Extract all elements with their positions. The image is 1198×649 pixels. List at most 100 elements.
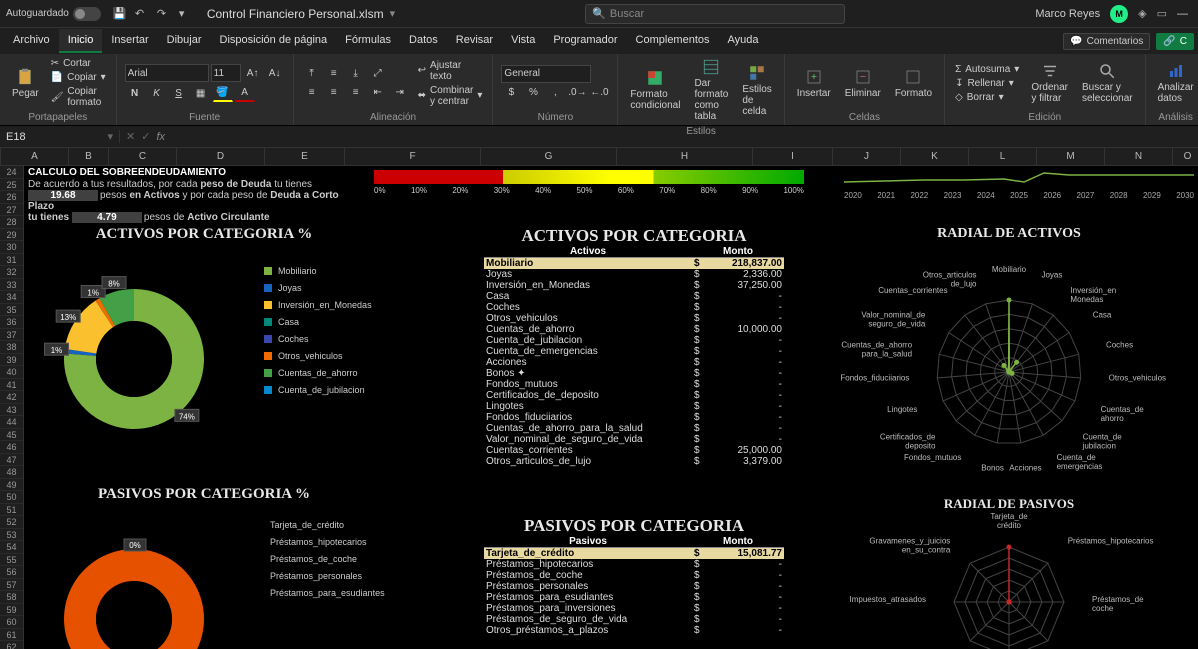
align-right-icon[interactable]: ≡	[346, 84, 366, 102]
align-bottom-icon[interactable]: ⤓	[346, 65, 366, 83]
percent-icon[interactable]: %	[523, 84, 543, 102]
chart-title: ACTIVOS POR CATEGORIA	[484, 226, 784, 246]
analyze-data-button[interactable]: Analizar datos	[1154, 60, 1198, 106]
font-size-combo[interactable]	[211, 64, 241, 82]
align-center-icon[interactable]: ≡	[324, 84, 344, 102]
username-label[interactable]: Marco Reyes	[1035, 8, 1100, 20]
svg-text:13%: 13%	[60, 313, 76, 322]
redo-icon[interactable]: ↷	[157, 7, 171, 21]
tab-ayuda[interactable]: Ayuda	[719, 29, 768, 53]
accept-formula-icon[interactable]: ✓	[141, 130, 150, 143]
bold-icon[interactable]: N	[125, 84, 145, 102]
svg-text:−: −	[860, 71, 866, 83]
group-label-align: Alineación	[302, 110, 485, 123]
search-box[interactable]: 🔍 Buscar	[585, 4, 845, 24]
chart-title: RADIAL DE PASIVOS	[824, 496, 1194, 512]
cell-styles-button[interactable]: Estilos de celda	[738, 62, 775, 119]
copy-button[interactable]: 📄Copiar ▾	[49, 71, 108, 84]
risk-gradient-bar: 0%10%20%30%40%50%60%70%80%90%100%	[374, 170, 804, 200]
merge-icon: ⬌	[418, 90, 426, 101]
cut-button[interactable]: ✂Cortar	[49, 57, 108, 70]
group-label-clipboard: Portapapeles	[8, 110, 108, 123]
comments-button[interactable]: 💬Comentarios	[1063, 33, 1150, 50]
comma-icon[interactable]: ,	[545, 84, 565, 102]
decrease-font-icon[interactable]: A↓	[265, 64, 285, 82]
border-icon[interactable]: ▦	[191, 84, 211, 102]
tab-dibujar[interactable]: Dibujar	[158, 29, 211, 53]
minimize-icon[interactable]: —	[1177, 8, 1188, 20]
delete-cells-button[interactable]: −Eliminar	[841, 66, 885, 101]
activos-ratio-value: 19.68	[28, 190, 98, 201]
wrap-text-button[interactable]: ↩Ajustar texto	[416, 59, 485, 83]
format-as-table-button[interactable]: Dar formato como tabla	[690, 56, 732, 124]
conditional-format-button[interactable]: Formato condicional	[626, 67, 684, 113]
svg-text:Coches: Coches	[1106, 340, 1133, 349]
increase-font-icon[interactable]: A↑	[243, 64, 263, 82]
tab-programador[interactable]: Programador	[544, 29, 626, 53]
autosave-toggle[interactable]: Autoguardado	[6, 7, 101, 21]
svg-text:Joyas: Joyas	[1041, 270, 1062, 279]
merge-center-button[interactable]: ⬌Combinar y centrar ▾	[416, 84, 485, 108]
align-middle-icon[interactable]: ≡	[324, 65, 344, 83]
customize-qat-icon[interactable]: ▾	[179, 7, 193, 21]
autosum-button[interactable]: ΣAutosuma ▾	[953, 63, 1021, 76]
formula-bar: E18▾ ✕ ✓ fx	[0, 126, 1198, 148]
name-box[interactable]: E18▾	[0, 130, 120, 143]
worksheet[interactable]: 2425262728293031323334353637383940414243…	[0, 166, 1198, 649]
cancel-formula-icon[interactable]: ✕	[126, 130, 135, 143]
italic-icon[interactable]: K	[147, 84, 167, 102]
align-left-icon[interactable]: ≡	[302, 84, 322, 102]
tab-insertar[interactable]: Insertar	[102, 29, 157, 53]
currency-icon[interactable]: $	[501, 84, 521, 102]
svg-text:Cuenta_deemergencias: Cuenta_deemergencias	[1057, 453, 1103, 471]
paste-button[interactable]: Pegar	[8, 66, 43, 101]
column-headers[interactable]: ABCDEFGHIJKLMNO	[0, 148, 1198, 166]
ribbon: Pegar ✂Cortar 📄Copiar ▾ 🖌Copiar formato …	[0, 54, 1198, 126]
svg-text:Cuentas_corrientes: Cuentas_corrientes	[878, 286, 947, 295]
share-button[interactable]: 🔗C	[1156, 33, 1194, 50]
indent-dec-icon[interactable]: ⇤	[368, 84, 388, 102]
tab-archivo[interactable]: Archivo	[4, 29, 59, 53]
svg-text:Bonos: Bonos	[981, 464, 1004, 473]
row-headers[interactable]: 2425262728293031323334353637383940414243…	[0, 166, 24, 649]
group-label-number: Número	[501, 110, 609, 123]
fill-color-icon[interactable]: 🪣	[213, 84, 233, 102]
avatar[interactable]: M	[1110, 5, 1128, 23]
diamond-icon[interactable]: ◈	[1138, 7, 1146, 20]
format-painter-button[interactable]: 🖌Copiar formato	[49, 85, 108, 109]
orientation-icon[interactable]: ⤢	[368, 65, 388, 83]
tab-complementos[interactable]: Complementos	[627, 29, 719, 53]
share-icon: 🔗	[1163, 36, 1175, 47]
insert-cells-button[interactable]: +Insertar	[793, 66, 835, 101]
tab-revisar[interactable]: Revisar	[447, 29, 502, 53]
save-icon[interactable]: 💾	[113, 7, 127, 21]
filename-label[interactable]: Control Financiero Personal.xlsm	[207, 7, 384, 21]
sort-filter-button[interactable]: Ordenar y filtrar	[1027, 60, 1072, 106]
pasivos-donut-chart: PASIVOS POR CATEGORIA % 0% Tarjeta_de_cr…	[34, 486, 374, 649]
tab-fórmulas[interactable]: Fórmulas	[336, 29, 400, 53]
fill-button[interactable]: ↧Rellenar ▾	[953, 77, 1021, 90]
dec-decimal-icon[interactable]: ←.0	[589, 84, 609, 102]
group-label-analysis: Análisis	[1154, 110, 1198, 123]
find-select-button[interactable]: Buscar y seleccionar	[1078, 60, 1137, 106]
tab-disposición-de-página[interactable]: Disposición de página	[211, 29, 337, 53]
undo-icon[interactable]: ↶	[135, 7, 149, 21]
svg-text:Lingotes: Lingotes	[887, 405, 917, 414]
svg-text:1%: 1%	[87, 289, 99, 298]
inc-decimal-icon[interactable]: .0→	[567, 84, 587, 102]
font-color-icon[interactable]: A	[235, 84, 255, 102]
number-format-combo[interactable]	[501, 65, 591, 83]
ribbon-mode-icon[interactable]: ▭	[1157, 7, 1167, 20]
fx-icon[interactable]: fx	[156, 131, 165, 143]
svg-text:Fondos_fiduciiarios: Fondos_fiduciiarios	[840, 373, 909, 382]
format-cells-button[interactable]: Formato	[891, 66, 936, 101]
tab-inicio[interactable]: Inicio	[59, 29, 103, 53]
formula-input[interactable]	[171, 131, 1071, 143]
font-name-combo[interactable]	[125, 64, 209, 82]
underline-icon[interactable]: S	[169, 84, 189, 102]
indent-inc-icon[interactable]: ⇥	[390, 84, 410, 102]
tab-vista[interactable]: Vista	[502, 29, 544, 53]
clear-button[interactable]: ◇Borrar ▾	[953, 91, 1021, 104]
align-top-icon[interactable]: ⤒	[302, 65, 322, 83]
tab-datos[interactable]: Datos	[400, 29, 447, 53]
